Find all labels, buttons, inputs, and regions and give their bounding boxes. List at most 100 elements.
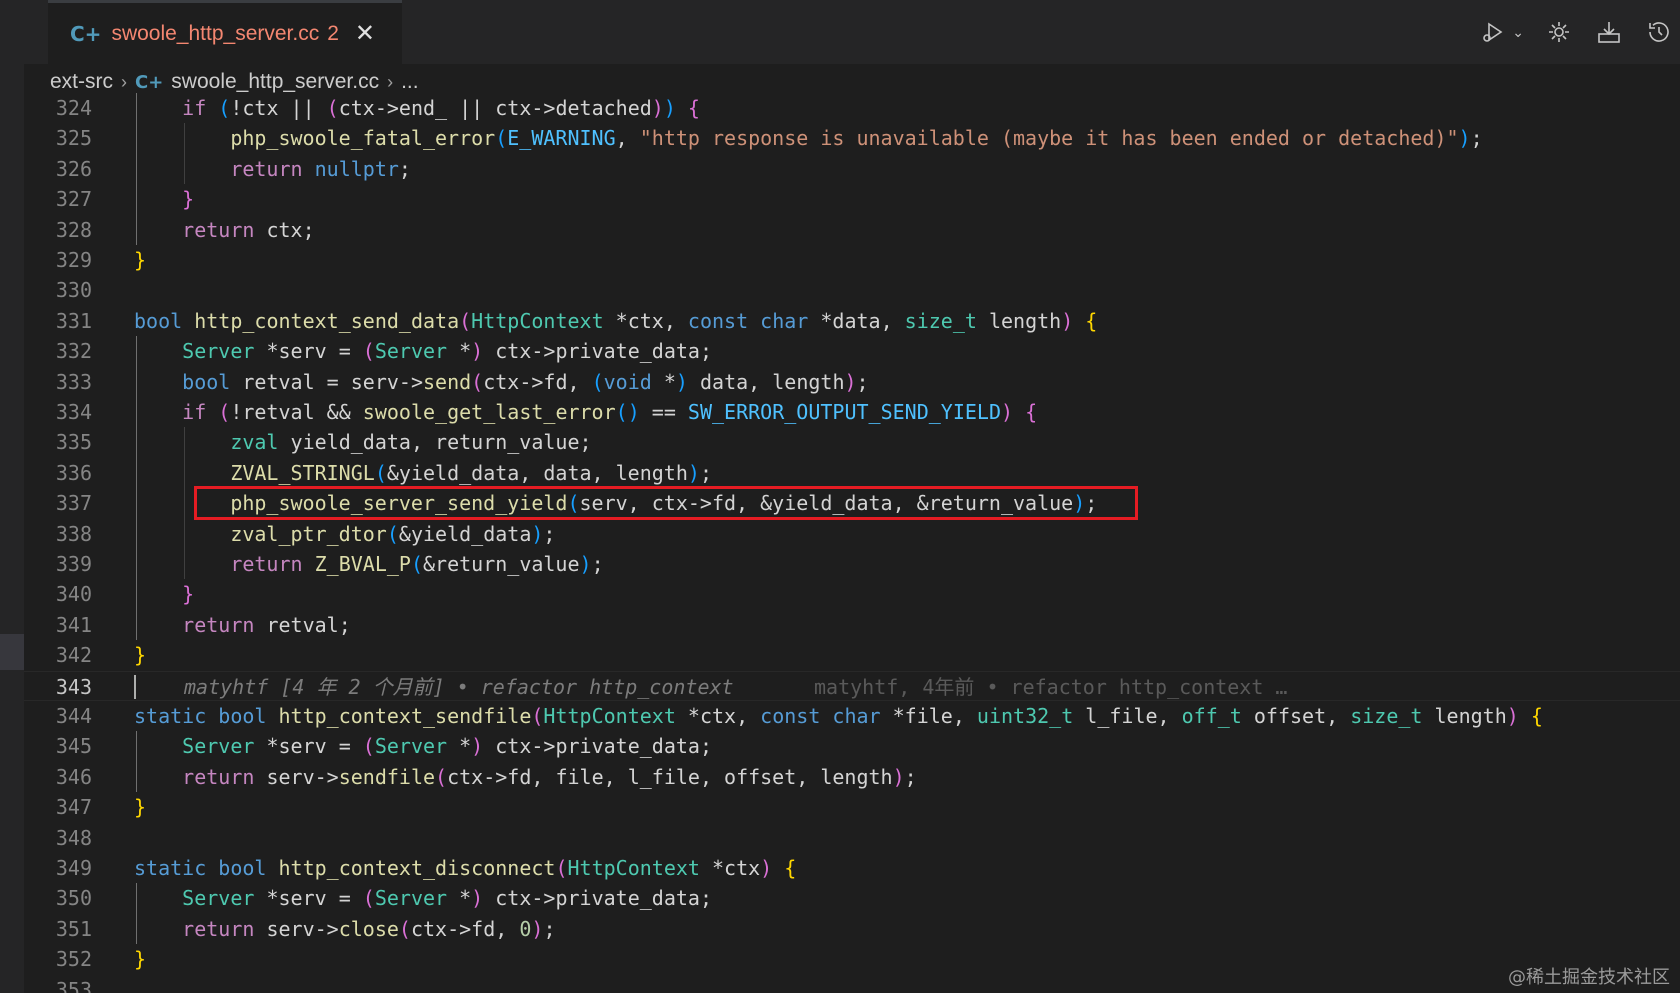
code-token: ; — [543, 521, 556, 546]
code-line[interactable]: 327} — [24, 184, 1680, 215]
code-editor[interactable]: 324 if (!ctx || (ctx->end_ || ctx->detach… — [24, 93, 1680, 993]
code-token: php_swoole_fatal_error — [230, 126, 496, 151]
cpp-file-icon: C+ — [70, 21, 102, 46]
code-token: ( — [555, 856, 568, 880]
chevron-down-icon[interactable]: ⌄ — [1512, 24, 1524, 41]
indent-guide — [136, 761, 137, 793]
breadcrumb-file[interactable]: swoole_http_server.cc — [171, 70, 379, 94]
code-line[interactable]: 345 Server *serv = (Server *) ctx->privat… — [24, 731, 1680, 762]
code-line[interactable]: 332 Server *serv = (Server *) ctx->privat… — [24, 336, 1680, 367]
code-token: } — [134, 795, 147, 820]
code-token: ctx; — [266, 217, 315, 242]
code-line[interactable]: 329} — [24, 245, 1680, 275]
code-line[interactable]: 335 zval yield_data, return_value; — [24, 427, 1680, 458]
code-line[interactable]: 333 bool retval = serv->send(ctx->fd, (vo… — [24, 366, 1680, 397]
code-token: HttpContext — [567, 856, 712, 880]
code-line[interactable]: 352} — [24, 944, 1680, 974]
line-number: 351 — [55, 916, 92, 941]
line-number: 348 — [55, 825, 92, 850]
indent-guide — [136, 214, 137, 245]
code-line[interactable]: 350 Server *serv = (Server *) ctx->privat… — [24, 883, 1680, 914]
code-text: return retval; — [182, 610, 351, 640]
close-icon[interactable]: ✕ — [355, 19, 375, 48]
line-number: 346 — [55, 764, 92, 789]
indent-guide — [136, 913, 137, 945]
code-token: ) — [1458, 126, 1471, 151]
code-token: Server — [182, 886, 267, 911]
code-line[interactable]: 353 — [24, 975, 1680, 993]
code-text: Server *serv = (Server *) ctx->private_d… — [182, 731, 712, 761]
code-line[interactable]: 326 return nullptr; — [24, 153, 1680, 185]
code-token: retval; — [266, 612, 351, 637]
git-blame-hover[interactable]: matyhtf, 4年前 • refactor http_context … — [814, 672, 1287, 702]
code-token: return — [182, 217, 267, 242]
code-token: http_context_sendfile — [278, 704, 532, 728]
save-all-icon[interactable] — [1594, 17, 1624, 47]
code-token: *ctx, — [615, 308, 688, 333]
indent-guide — [136, 549, 137, 580]
code-text: static bool http_context_disconnect(Http… — [134, 853, 796, 883]
code-line[interactable]: 328 return ctx; — [24, 214, 1680, 245]
code-token: !ctx || — [230, 96, 327, 120]
indent-guide — [136, 579, 137, 610]
code-line[interactable]: 343 matyhtf [4 年 2 个月前] • refactor http_c… — [24, 670, 1680, 702]
indent-guide — [136, 153, 137, 185]
code-line[interactable]: 325 php_swoole_fatal_error(E_WARNING, "ht… — [24, 123, 1680, 154]
breadcrumb-more[interactable]: ... — [401, 70, 419, 94]
code-line[interactable]: 341 return retval; — [24, 609, 1680, 641]
code-line[interactable]: 338 zval_ptr_dtor(&yield_data); — [24, 518, 1680, 549]
code-token: ) — [687, 460, 700, 485]
code-line[interactable]: 331 bool http_context_send_data(HttpConte… — [24, 306, 1680, 336]
code-text: } — [134, 640, 146, 670]
history-icon[interactable] — [1644, 17, 1674, 47]
code-line[interactable]: 339 return Z_BVAL_P(&return_value); — [24, 549, 1680, 580]
code-token: bool — [134, 308, 195, 333]
code-token: off_t — [1181, 704, 1254, 728]
code-text: return serv->close(ctx->fd, 0); — [182, 914, 555, 944]
code-token: () — [615, 400, 640, 424]
code-token: HttpContext — [543, 704, 688, 728]
line-number: 343 — [55, 674, 92, 699]
code-line[interactable]: 334 if (!retval && swoole_get_last_error(… — [24, 397, 1680, 428]
line-number: 332 — [55, 339, 92, 364]
code-token: send — [423, 369, 472, 394]
line-number: 350 — [55, 886, 92, 911]
code-token: zval — [230, 430, 291, 455]
tab-swoole-http-server[interactable]: C+ swoole_http_server.cc 2 ✕ — [48, 0, 402, 64]
code-text: static bool http_context_sendfile(HttpCo… — [134, 701, 1543, 731]
git-blame-inline: matyhtf [4 年 2 个月前] • refactor http_cont… — [184, 674, 734, 699]
code-line[interactable]: 348 — [24, 823, 1680, 853]
code-token: } — [182, 582, 195, 607]
gear-icon[interactable] — [1544, 17, 1574, 47]
code-token: const char — [687, 308, 821, 333]
code-line[interactable]: 346 return serv->sendfile(ctx->fd, file, … — [24, 761, 1680, 793]
code-token: ) — [1061, 308, 1074, 333]
indent-guide — [184, 488, 186, 519]
code-token: } — [134, 947, 147, 972]
code-line[interactable]: 342} — [24, 640, 1680, 670]
code-line[interactable]: 336 ZVAL_STRINGL(&yield_data, data, lengt… — [24, 457, 1680, 489]
run-debug-icon[interactable] — [1478, 17, 1508, 47]
code-line[interactable]: 351 return serv->close(ctx->fd, 0); — [24, 913, 1680, 945]
line-number: 331 — [55, 308, 92, 333]
code-token: ( — [374, 460, 387, 485]
indent-guide — [136, 731, 137, 762]
code-line[interactable]: 344 static bool http_context_sendfile(Htt… — [24, 701, 1680, 731]
text-cursor — [134, 674, 136, 699]
code-line[interactable]: 347} — [24, 792, 1680, 822]
line-number: 353 — [55, 977, 92, 993]
code-token: if — [182, 96, 219, 120]
code-token: &yield_data — [398, 521, 532, 546]
code-token: , — [615, 126, 640, 151]
code-line[interactable]: 330 — [24, 275, 1680, 305]
code-line[interactable]: 340} — [24, 579, 1680, 610]
code-token: Server — [182, 734, 267, 759]
code-token: bool — [182, 369, 243, 394]
code-token: } — [134, 248, 147, 272]
code-token: { — [675, 96, 700, 120]
code-line[interactable]: 349 static bool http_context_disconnect(H… — [24, 853, 1680, 883]
code-text: Server *serv = (Server *) ctx->private_d… — [182, 883, 712, 913]
code-token: ( — [326, 96, 339, 120]
code-line[interactable]: 324 if (!ctx || (ctx->end_ || ctx->detach… — [24, 93, 1680, 124]
breadcrumb-folder[interactable]: ext-src — [50, 70, 113, 94]
